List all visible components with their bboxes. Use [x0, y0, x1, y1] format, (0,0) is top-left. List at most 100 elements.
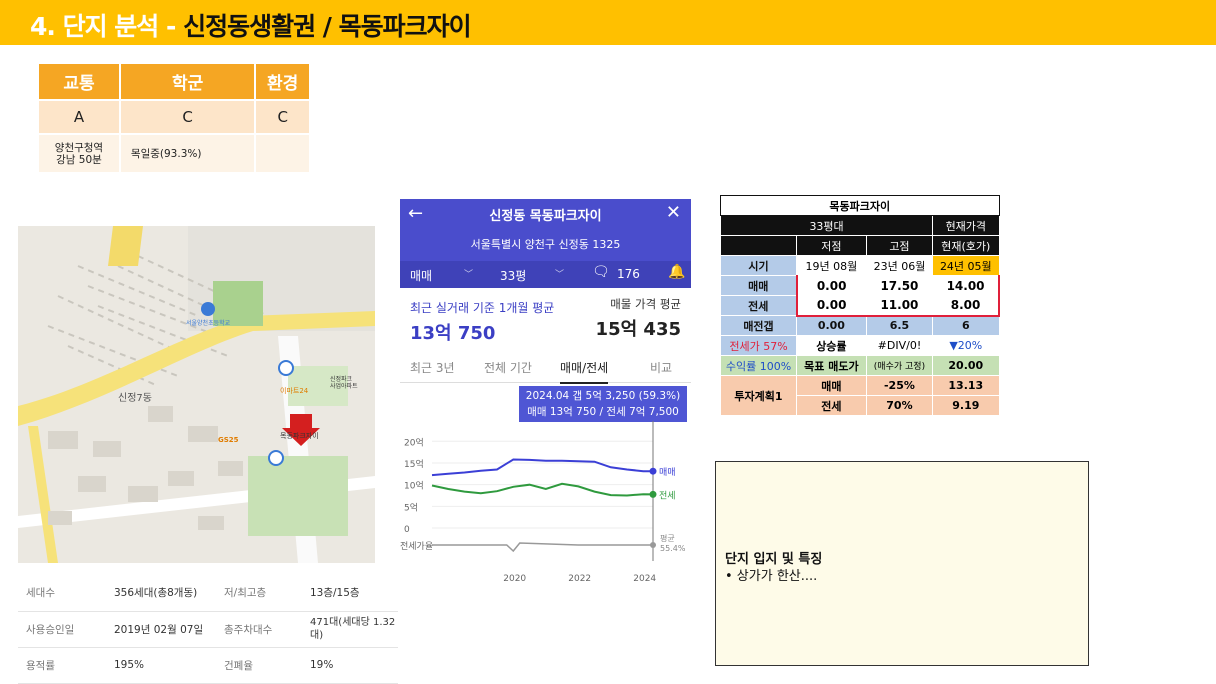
real-estate-app: ← 신정동 목동파크자이 ✕ 서울특별시 양천구 신정동 1325 매매 ﹀ 3… — [400, 199, 691, 583]
bell-icon[interactable]: 🔔 — [668, 264, 685, 280]
row-sale: 매매 — [720, 275, 797, 296]
plan-rent-pct: 70% — [865, 395, 934, 416]
time-low: 19년 08월 — [796, 255, 867, 276]
y-tick-label: 15억 — [404, 458, 424, 470]
map-graphic — [18, 226, 375, 563]
chevron-down-icon: ﹀ — [555, 270, 565, 280]
tab-compare[interactable]: 비교 — [650, 359, 672, 376]
plan-sale-pct: -25% — [865, 375, 934, 396]
price-chart[interactable]: 20억 15억 10억 5억 0 2020 2022 2024 매매전세전세가율 평균55.4% — [400, 421, 691, 583]
chart-tooltip: 2024.04 갭 5억 3,250 (59.3%) 매매 13억 750 / … — [519, 386, 687, 422]
plan-rent-value: 9.19 — [932, 395, 1000, 416]
y-tick-label: 10억 — [404, 480, 424, 492]
plan-rent-label: 전세 — [796, 395, 867, 416]
map-label-gs25: GS25 — [218, 436, 239, 444]
y-tick-label: 20억 — [404, 436, 424, 448]
period-tabs: 최근 3년 전체 기간 매매/전세 비교 — [400, 351, 691, 384]
tab-all-period[interactable]: 전체 기간 — [484, 359, 532, 376]
detail-transport: 양천구청역 강남 50분 — [39, 133, 121, 172]
sale-price-line — [431, 458, 653, 477]
size-select[interactable]: 33평 — [500, 267, 526, 284]
rent-ratio-average: 평균 — [660, 533, 675, 543]
tab-recent-3y[interactable]: 최근 3년 — [410, 359, 455, 376]
info-key: 세대수 — [18, 575, 106, 612]
notes-bullet: • 상가가 한산.... — [725, 569, 818, 584]
rent-endpoint — [649, 490, 657, 498]
y-tick-label: 5억 — [404, 501, 418, 513]
map-label-area: 신정7동 — [118, 393, 152, 404]
rent-ratio-line — [432, 542, 653, 553]
rise-value: #DIV/0! — [865, 335, 934, 356]
rise-now: ▼20% — [932, 335, 1000, 356]
detail-school: 목일중(93.3%) — [119, 133, 257, 172]
info-key: 건폐율 — [216, 647, 302, 684]
sale-high: 17.50 — [865, 275, 934, 296]
title-prefix: 4. 단지 분석 - — [30, 12, 184, 41]
x-tick-label: 2024 — [633, 574, 656, 583]
app-complex-name: 신정동 목동파크자이 — [489, 209, 602, 224]
gap-label: 매전갭 — [720, 315, 797, 336]
rent-now: 8.00 — [932, 295, 1001, 317]
rent-high: 11.00 — [865, 295, 934, 317]
target-value: 20.00 — [932, 355, 1000, 376]
title-bar: 4. 단지 분석 - 신정동생활권 / 목동파크자이 — [0, 0, 1216, 45]
summary-table: 교통 학군 환경 A C C 양천구청역 강남 50분 목일중(93.3%) — [39, 64, 311, 172]
app-header: ← 신정동 목동파크자이 ✕ 서울특별시 양천구 신정동 1325 매매 ﹀ 3… — [400, 199, 691, 288]
time-high: 23년 06월 — [865, 255, 934, 276]
comment-icon[interactable]: 🗨 — [592, 264, 610, 280]
price-table-size: 33평대 — [719, 215, 934, 236]
close-icon[interactable]: ✕ — [666, 202, 681, 223]
header-transport: 교통 — [39, 64, 121, 100]
detail-environment — [255, 133, 311, 172]
info-value: 356세대(총8개동) — [106, 575, 216, 612]
listing-avg-label: 매물 가격 평균 — [610, 297, 681, 311]
page-title: 4. 단지 분석 - 신정동생활권 / 목동파크자이 — [30, 7, 472, 43]
rise-label: 상승률 — [796, 335, 867, 356]
y-tick-label: 0 — [404, 525, 410, 535]
grade-transport: A — [39, 99, 121, 134]
sale-now: 14.00 — [932, 275, 1001, 296]
info-value: 471대(세대당 1.32대) — [302, 611, 398, 648]
target-note: (매수가 고정) — [865, 355, 934, 376]
plan-sale-value: 13.13 — [932, 375, 1000, 396]
price-analysis-table: 목동파크자이 33평대 현재가격 저점 고점 현재(호가) 시기 19년 08월… — [719, 195, 1001, 416]
location-map[interactable]: 신정7동 목동파크자이 서울양천초등학교 GS25 이마트24 신정파크 사업아… — [18, 226, 375, 563]
plan-label: 투자계획1 — [720, 375, 797, 416]
gap-low: 0.00 — [796, 315, 867, 336]
chevron-down-icon: ﹀ — [464, 270, 474, 280]
target-label: 목표 매도가 — [796, 355, 867, 376]
tab-sale-rent[interactable]: 매매/전세 — [560, 359, 609, 384]
plan-sale-label: 매매 — [796, 375, 867, 396]
notes-box: 단지 입지 및 특징 • 상가가 한산.... — [715, 461, 1089, 666]
info-value: 195% — [106, 647, 216, 684]
grade-environment: C — [255, 99, 311, 134]
yield-label: 수익률 100% — [720, 355, 797, 376]
price-table-title: 목동파크자이 — [720, 195, 1000, 216]
rent-ratio-label: 전세가율 — [400, 541, 433, 552]
sale-low: 0.00 — [795, 275, 867, 296]
col-now: 현재(호가) — [932, 235, 1000, 256]
tooltip-gap: 2024.04 갭 5억 3,250 (59.3%) — [525, 390, 681, 402]
price-table-current: 현재가격 — [932, 215, 1000, 236]
info-value: 2019년 02월 07일 — [106, 611, 216, 648]
map-label-school: 서울양천초등학교 — [186, 320, 231, 327]
header-school: 학군 — [119, 64, 257, 100]
listing-avg-price: 15억 435 — [595, 319, 681, 340]
rent-ratio: 전세가 57% — [720, 335, 797, 356]
tooltip-prices: 매매 13억 750 / 전세 7억 7,500 — [527, 406, 679, 418]
trade-type-select[interactable]: 매매 — [410, 267, 432, 284]
col-high: 고점 — [865, 235, 934, 256]
complex-info-table: 세대수 356세대(총8개동) 저/최고층 13층/15층 사용승인일 2019… — [18, 575, 398, 684]
time-now: 24년 05월 — [932, 255, 1000, 276]
rent-price-line — [431, 482, 654, 497]
rent-ratio-average: 55.4% — [660, 544, 686, 553]
header-environment: 환경 — [255, 64, 311, 100]
info-key: 사용승인일 — [18, 611, 106, 648]
gap-now: 6 — [932, 315, 1000, 336]
map-label-apt: 신정파크 사업아파트 — [330, 376, 358, 390]
row-rent: 전세 — [720, 295, 797, 316]
grade-school: C — [119, 99, 257, 134]
map-label-complex: 목동파크자이 — [280, 432, 319, 440]
info-key: 저/최고층 — [216, 575, 302, 612]
info-value: 19% — [302, 647, 398, 684]
